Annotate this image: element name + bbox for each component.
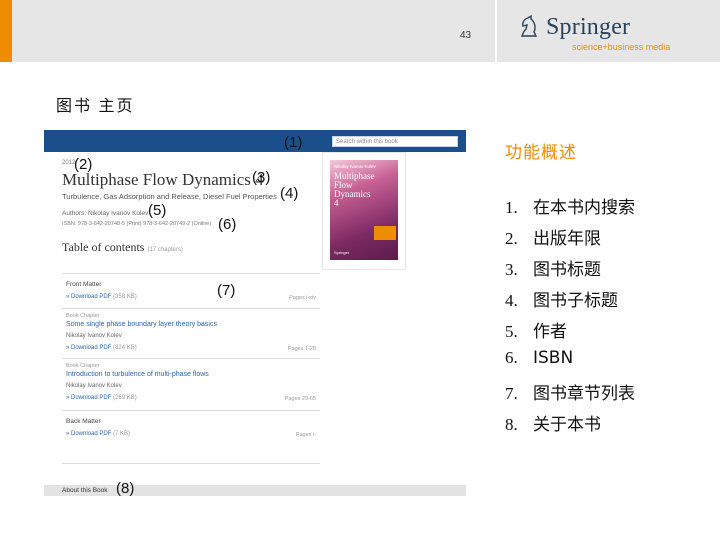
feature-item: 2. 出版年限 (505, 224, 635, 255)
chess-knight-icon (521, 14, 538, 37)
back-matter-download-link[interactable]: » Download PDF (7 KB) (66, 431, 130, 437)
chapter-title-link[interactable]: Some single phase boundary layer theory … (66, 321, 217, 328)
feature-text: 图书标题 (533, 260, 601, 280)
feature-text: 出版年限 (533, 229, 601, 249)
feature-item: 4. 图书子标题 (505, 286, 635, 317)
accent-tab (0, 0, 12, 62)
feature-item: 1. 在本书内搜索 (505, 193, 635, 224)
file-size: (7 KB) (113, 431, 131, 437)
download-pdf-label: » Download PDF (66, 294, 112, 300)
download-pdf-label: » Download PDF (66, 431, 112, 437)
brand-tagline: science+business media (572, 42, 671, 52)
feature-text: 作者 (533, 322, 567, 342)
book-subtitle: Turbulence, Gas Adsorption and Release, … (62, 192, 277, 201)
feature-number: 4. (505, 291, 518, 310)
callout-3: (3) (252, 169, 271, 186)
feature-item: 5. 作者 (505, 317, 635, 348)
toc-separator (62, 358, 320, 359)
feature-text: ISBN (533, 348, 574, 368)
panel-title: 功能概述 (505, 143, 577, 162)
page-range: Pages i- (295, 432, 316, 438)
toc-separator (62, 463, 320, 464)
feature-item: 6. ISBN (505, 348, 635, 379)
book-title: Multiphase Flow Dynamics 4 (62, 170, 264, 189)
cover-title: Multiphase Flow Dynamics 4 (334, 172, 375, 208)
cover-author: Nikolay Ivanov Kolev (334, 164, 376, 169)
chapter-author[interactable]: Nikolay Ivanov Kolev (66, 333, 122, 339)
feature-text: 在本书内搜索 (533, 198, 635, 218)
about-this-book-bar[interactable]: About this Book (44, 485, 466, 496)
download-pdf-label: » Download PDF (66, 345, 112, 351)
toc-heading: Table of contents (17 chapters) (62, 240, 183, 255)
toc-separator (62, 410, 320, 411)
toc-separator (62, 273, 320, 274)
file-size: (824 KB) (113, 345, 137, 351)
feature-number: 3. (505, 260, 518, 279)
feature-number: 7. (505, 384, 518, 403)
callout-2: (2) (74, 156, 93, 173)
front-matter-download-link[interactable]: » Download PDF (358 KB) (66, 294, 137, 300)
page-number: 43 (460, 30, 472, 41)
feature-number: 5. (505, 322, 518, 341)
book-isbn: ISBN: 978-3-642-20748-5 (Print) 978-3-64… (62, 221, 212, 227)
callout-6: (6) (218, 216, 237, 233)
chapter-download-link[interactable]: » Download PDF (269 KB) (66, 395, 137, 401)
book-authors[interactable]: Authors: Nikolay Ivanov Kolev (62, 210, 148, 217)
chapter-type-label: Book Chapter (66, 363, 100, 369)
cover-badge (374, 226, 396, 240)
header-divider (495, 0, 497, 62)
feature-list: 1. 在本书内搜索 2. 出版年限 3. 图书标题 4. 图书子标题 5. 作者 6. IS… (505, 193, 635, 441)
feature-number: 8. (505, 415, 518, 434)
feature-text: 关于本书 (533, 415, 601, 435)
file-size: (269 KB) (113, 395, 137, 401)
page-range: Pages 1-28 (287, 346, 316, 352)
feature-number: 6. (505, 348, 518, 367)
toc-separator (62, 308, 320, 309)
callout-8: (8) (116, 480, 135, 497)
download-pdf-label: » Download PDF (66, 395, 112, 401)
feature-item: 7. 图书章节列表 (505, 379, 635, 410)
page-range: Pages 29-65 (284, 396, 316, 402)
file-size: (358 KB) (113, 294, 137, 300)
chapter-download-link[interactable]: » Download PDF (824 KB) (66, 345, 137, 351)
toc-heading-text: Table of contents (62, 240, 145, 254)
callout-7: (7) (217, 282, 236, 299)
feature-item: 8. 关于本书 (505, 410, 635, 441)
cover-publisher: Springer (334, 250, 350, 255)
front-matter-title[interactable]: Front Matter (66, 281, 101, 288)
page-range: Pages i-xiv (289, 295, 316, 301)
chapter-title-link[interactable]: Introduction to turbulence of multi-phas… (66, 371, 209, 378)
feature-text: 图书子标题 (533, 291, 618, 311)
feature-text: 图书章节列表 (533, 384, 635, 404)
chapter-author[interactable]: Nikolay Ivanov Kolev (66, 383, 122, 389)
brand-name: Springer (546, 14, 631, 40)
feature-number: 2. (505, 229, 518, 248)
toc-count: (17 chapters) (147, 247, 183, 253)
cover-title-line: Dynamics (334, 189, 371, 199)
callout-5: (5) (148, 202, 167, 219)
callout-1: (1) (284, 134, 303, 151)
search-within-book-input[interactable]: Search within this book (332, 136, 458, 147)
springer-logo: Springer science+business media (518, 12, 688, 54)
book-cover-image[interactable]: Nikolay Ivanov Kolev Multiphase Flow Dyn… (330, 160, 398, 260)
chapter-type-label: Book Chapter (66, 313, 100, 319)
back-matter-title[interactable]: Back Matter (66, 418, 101, 425)
cover-title-line: 4 (334, 198, 339, 208)
section-title: 图书 主页 (56, 98, 135, 115)
callout-4: (4) (280, 185, 299, 202)
feature-number: 1. (505, 198, 518, 217)
feature-item: 3. 图书标题 (505, 255, 635, 286)
